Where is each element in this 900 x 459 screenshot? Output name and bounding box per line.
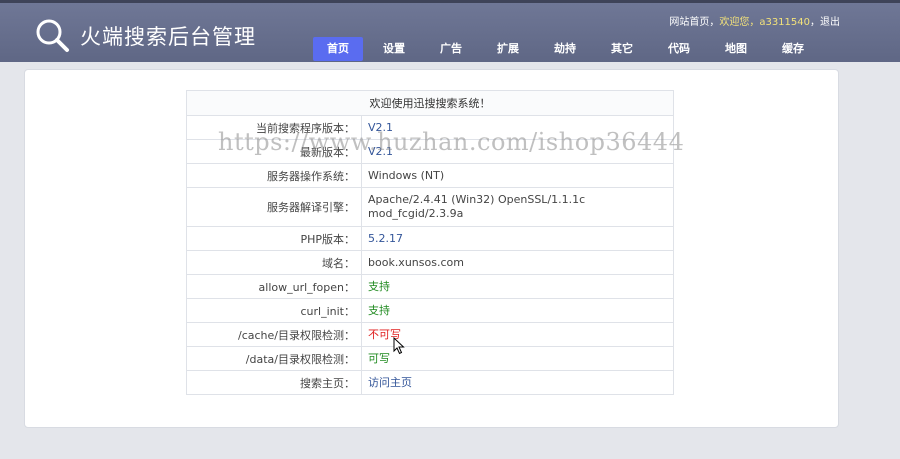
top-links: 网站首页，欢迎您，a3311540，退出 [669,17,840,28]
nav-item-home[interactable]: 首页 [313,37,363,61]
search-icon [36,19,69,52]
table-row: /data/目录权限检测： 可写 [186,346,674,371]
row-value: Apache/2.4.41 (Win32) OpenSSL/1.1.1c mod… [361,187,674,227]
footer-fragment [345,451,465,459]
row-label: /data/目录权限检测： [186,346,362,371]
row-value: 可写 [361,346,674,371]
table-row: /cache/目录权限检测： 不可写 [186,322,674,347]
mouse-cursor-icon [393,337,405,355]
row-value: book.xunsos.com [361,250,674,275]
row-value: V2.1 [361,139,674,164]
row-label: 最新版本： [186,139,362,164]
visit-homepage-link[interactable]: 访问主页 [361,370,674,395]
welcome-message: 欢迎使用迅搜搜索系统！ [186,90,674,116]
row-label: /cache/目录权限检测： [186,322,362,347]
nav-item-cache[interactable]: 缓存 [769,37,817,61]
row-value: 支持 [361,274,674,299]
row-value: 5.2.17 [361,226,674,251]
row-value: 支持 [361,298,674,323]
row-label: 服务器解译引擎： [186,187,362,227]
row-value: V2.1 [361,115,674,140]
welcome-user-text: 欢迎您，a3311540 [719,17,810,28]
nav-item-other[interactable]: 其它 [598,37,646,61]
row-value: 不可写 [361,322,674,347]
nav-item-ads[interactable]: 广告 [427,37,475,61]
row-value: Windows (NT) [361,163,674,188]
table-row: 最新版本： V2.1 [186,139,674,164]
row-label: curl_init： [186,298,362,323]
table-row: 当前搜索程序版本： V2.1 [186,115,674,140]
nav-item-hijack[interactable]: 劫持 [541,37,589,61]
nav-item-settings[interactable]: 设置 [370,37,418,61]
nav-item-extensions[interactable]: 扩展 [484,37,532,61]
row-label: 搜索主页： [186,370,362,395]
top-header: 火端搜索后台管理 网站首页，欢迎您，a3311540，退出 首页 设置 广告 扩… [0,0,900,62]
nav-item-map[interactable]: 地图 [712,37,760,61]
app-title: 火端搜索后台管理 [80,25,256,49]
table-row: allow_url_fopen： 支持 [186,274,674,299]
row-label: 域名： [186,250,362,275]
nav-item-code[interactable]: 代码 [655,37,703,61]
table-row: 搜索主页： 访问主页 [186,370,674,395]
row-label: PHP版本： [186,226,362,251]
row-label: 当前搜索程序版本： [186,115,362,140]
row-label: 服务器操作系统： [186,163,362,188]
content-panel: 欢迎使用迅搜搜索系统！ 当前搜索程序版本： V2.1 最新版本： V2.1 服务… [24,69,839,428]
table-row: 欢迎使用迅搜搜索系统！ [186,90,674,116]
logout-link[interactable]: 退出 [820,17,840,28]
site-home-link[interactable]: 网站首页 [669,17,709,28]
table-row: 域名： book.xunsos.com [186,250,674,275]
table-row: PHP版本： 5.2.17 [186,226,674,251]
system-info-table: 欢迎使用迅搜搜索系统！ 当前搜索程序版本： V2.1 最新版本： V2.1 服务… [186,90,674,395]
table-row: curl_init： 支持 [186,298,674,323]
table-row: 服务器解译引擎： Apache/2.4.41 (Win32) OpenSSL/1… [186,187,674,227]
table-row: 服务器操作系统： Windows (NT) [186,163,674,188]
row-label: allow_url_fopen： [186,274,362,299]
